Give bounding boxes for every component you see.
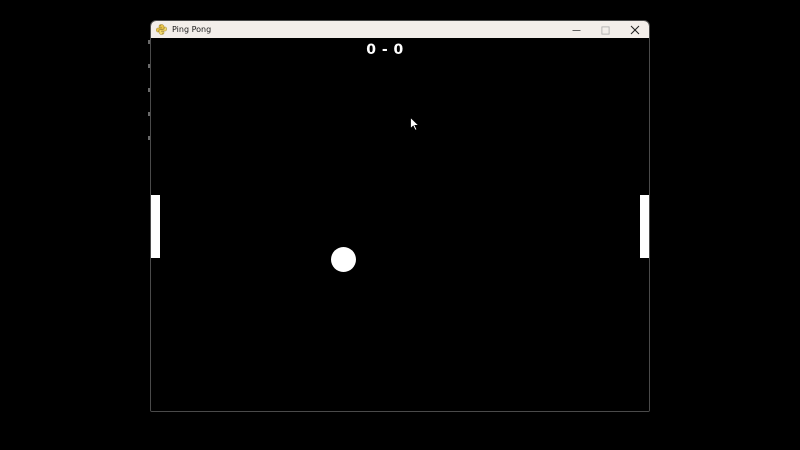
game-canvas[interactable]: 0 - 0 — [151, 38, 649, 411]
minimize-button[interactable] — [562, 21, 591, 38]
left-paddle — [151, 195, 160, 258]
close-button[interactable] — [620, 21, 649, 38]
right-paddle — [640, 195, 649, 258]
maximize-icon — [601, 21, 610, 39]
python-icon — [156, 24, 167, 35]
minimize-icon — [572, 21, 581, 39]
window-title: Ping Pong — [172, 25, 212, 34]
mouse-cursor-icon — [410, 116, 420, 131]
game-window[interactable]: Ping Pong 0 - 0 — [150, 20, 650, 412]
maximize-button[interactable] — [591, 21, 620, 38]
ball — [331, 247, 356, 272]
close-icon — [630, 21, 640, 39]
title-bar[interactable]: Ping Pong — [151, 21, 649, 38]
score-display: 0 - 0 — [366, 42, 404, 58]
window-controls — [562, 21, 649, 38]
